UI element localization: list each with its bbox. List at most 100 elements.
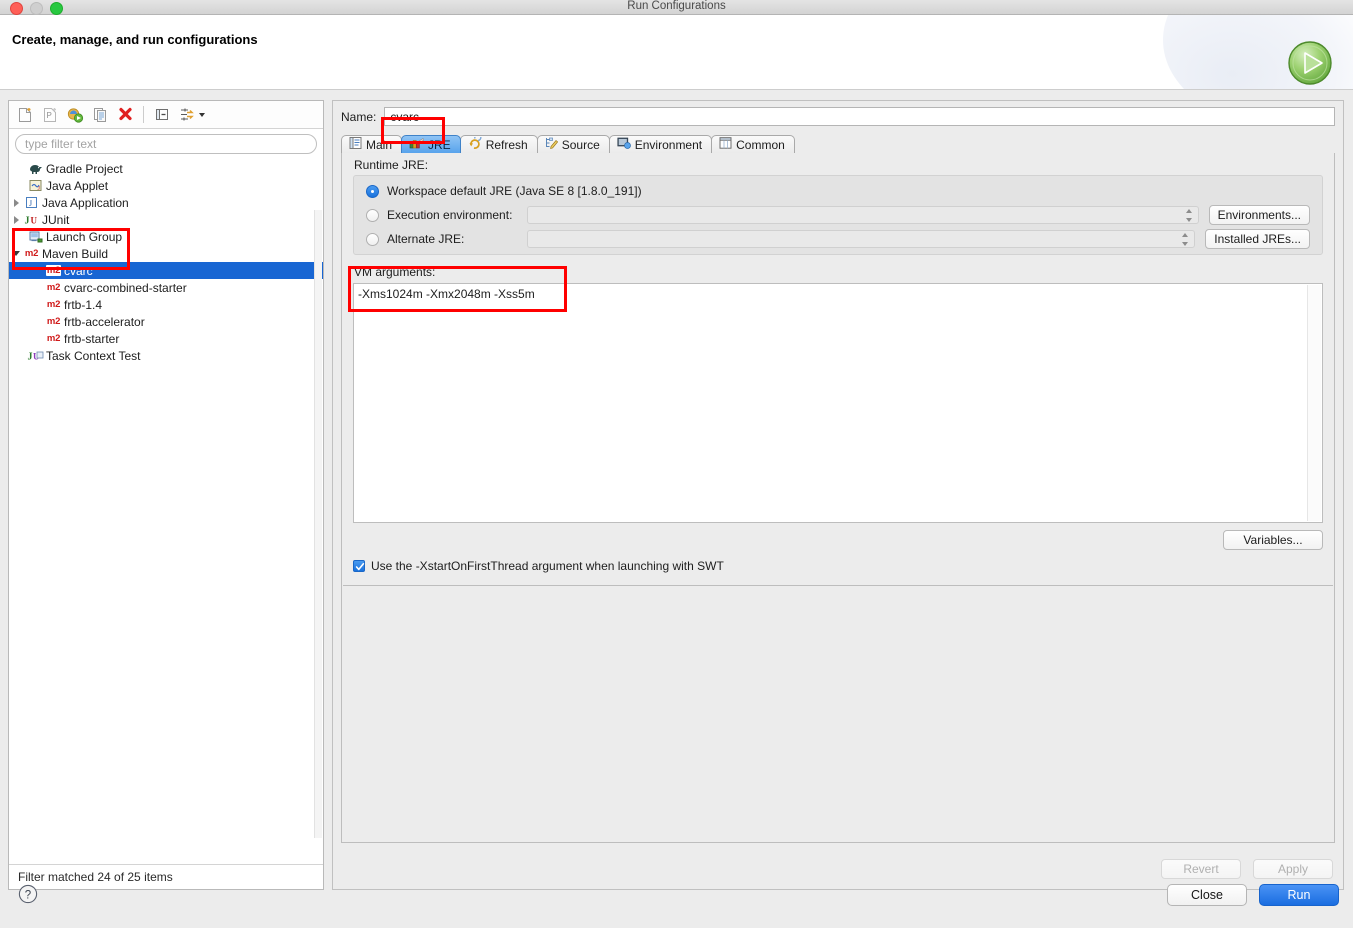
tree-item-label: Launch Group: [46, 229, 123, 244]
m2-icon: m2: [46, 333, 61, 344]
jre-option-label: Workspace default JRE (Java SE 8 [1.8.0_…: [387, 184, 642, 198]
tab-refresh[interactable]: Refresh: [459, 133, 538, 153]
svg-text:?: ?: [25, 889, 31, 901]
execution-environment-combo[interactable]: [527, 206, 1199, 224]
java-applet-icon: J: [27, 179, 44, 192]
vm-arguments-label: VM arguments:: [354, 265, 436, 279]
collapse-arrow-icon[interactable]: [9, 251, 23, 256]
combo-stepper-icon[interactable]: [1181, 233, 1189, 246]
close-button[interactable]: Close: [1167, 884, 1247, 906]
variables-button[interactable]: Variables...: [1223, 530, 1323, 550]
jre-option-workspace-default[interactable]: Workspace default JRE (Java SE 8 [1.8.0_…: [366, 180, 1310, 202]
tree-item-label: Gradle Project: [46, 161, 123, 176]
jre-option-execution-environment[interactable]: Execution environment: Environments...: [366, 204, 1310, 226]
m2-icon: m2: [24, 248, 39, 259]
page-title: Create, manage, and run configurations: [12, 32, 258, 47]
export-configuration-icon[interactable]: [64, 104, 86, 125]
run-configurations-dialog: Run Configurations Create, manage, and r…: [0, 0, 1353, 928]
alternate-jre-combo[interactable]: [527, 230, 1196, 248]
search-input[interactable]: [15, 134, 317, 154]
jre-books-icon: [409, 137, 425, 152]
tree-item-junit[interactable]: J U JUnit: [9, 211, 323, 228]
junit-task-icon: J U: [27, 349, 44, 362]
filter-configurations-icon[interactable]: [176, 104, 198, 125]
tree-item-cvarc-combined-starter[interactable]: m2 cvarc-combined-starter: [9, 279, 323, 296]
tree-item-frtb-starter[interactable]: m2 frtb-starter: [9, 330, 323, 347]
installed-jres-button[interactable]: Installed JREs...: [1205, 229, 1310, 249]
jre-option-alternate-jre[interactable]: Alternate JRE: Installed JREs...: [366, 228, 1310, 250]
tree-item-label: cvarc: [64, 263, 93, 278]
name-row: Name:: [333, 101, 1343, 126]
window-title: Run Configurations: [627, 0, 726, 12]
junit-icon: J U: [23, 213, 40, 227]
tree-item-maven-build[interactable]: m2 Maven Build: [9, 245, 323, 262]
name-label: Name:: [341, 109, 377, 124]
tab-common[interactable]: Common: [711, 135, 795, 153]
collapse-all-icon[interactable]: [151, 104, 173, 125]
tab-label: Environment: [634, 137, 703, 152]
vm-arguments-value: -Xms1024m -Xmx2048m -Xss5m: [358, 287, 535, 301]
svg-text:U: U: [30, 216, 37, 226]
tree-item-cvarc[interactable]: m2 cvarc: [9, 262, 323, 279]
refresh-arrows-icon: [468, 133, 482, 152]
svg-text:J: J: [28, 352, 33, 363]
filter-input-wrapper: [9, 129, 323, 158]
dialog-footer: ? Close Run: [0, 872, 1353, 928]
new-prototype-icon[interactable]: P: [39, 104, 61, 125]
xstart-on-first-thread-checkbox[interactable]: [353, 560, 365, 572]
tree-item-frtb-1-4[interactable]: m2 frtb-1.4: [9, 296, 323, 313]
tab-label: Main: [366, 137, 393, 152]
tree-item-label: frtb-accelerator: [64, 314, 145, 329]
tab-source[interactable]: Source: [536, 135, 610, 153]
duplicate-configuration-icon[interactable]: [89, 104, 111, 125]
source-pencil-icon: [545, 137, 558, 152]
swt-checkbox-row[interactable]: Use the -XstartOnFirstThread argument wh…: [353, 559, 724, 573]
help-question-icon[interactable]: ?: [18, 884, 38, 904]
tree-item-label: frtb-1.4: [64, 297, 103, 312]
gradle-elephant-icon: [27, 163, 44, 175]
environments-button[interactable]: Environments...: [1208, 205, 1310, 225]
combo-stepper-icon[interactable]: [1185, 209, 1193, 222]
chevron-down-icon[interactable]: [199, 112, 205, 117]
tab-label: JRE: [428, 137, 451, 152]
radio-workspace-default[interactable]: [366, 184, 379, 198]
expand-arrow-icon[interactable]: [9, 198, 23, 207]
common-table-icon: [719, 137, 732, 152]
runtime-jre-label: Runtime JRE:: [354, 158, 429, 172]
radio-alternate-jre[interactable]: [366, 232, 379, 246]
name-input[interactable]: [384, 107, 1335, 126]
tree-item-java-application[interactable]: J Java Application: [9, 194, 323, 211]
tree-scrollbar[interactable]: [314, 210, 322, 838]
tab-jre[interactable]: JRE: [401, 135, 461, 153]
svg-text:J: J: [24, 216, 29, 227]
tree-item-frtb-accelerator[interactable]: m2 frtb-accelerator: [9, 313, 323, 330]
jre-option-label: Execution environment:: [387, 208, 513, 222]
vm-arguments-textarea[interactable]: -Xms1024m -Xmx2048m -Xss5m: [353, 283, 1323, 523]
run-play-icon: [1288, 41, 1332, 85]
radio-execution-environment[interactable]: [366, 208, 379, 222]
dialog-body: P type filter text Gradle Project J Java…: [0, 90, 1353, 928]
tab-environment[interactable]: Environment: [608, 135, 713, 153]
tree-item-label: Java Applet: [46, 178, 109, 193]
delete-configuration-icon[interactable]: [114, 104, 136, 125]
expand-arrow-icon[interactable]: [9, 215, 23, 224]
run-button[interactable]: Run: [1259, 884, 1339, 906]
runtime-jre-group: Workspace default JRE (Java SE 8 [1.8.0_…: [353, 175, 1323, 255]
configuration-editor-panel: Name: Main: [332, 100, 1344, 890]
vm-arguments-scrollbar[interactable]: [1307, 285, 1321, 521]
tree-item-java-applet[interactable]: J Java Applet: [9, 177, 323, 194]
svg-text:J: J: [29, 199, 32, 208]
environment-icon: [617, 137, 631, 152]
tree-item-gradle-project[interactable]: Gradle Project: [9, 160, 323, 177]
tree-item-task-context-test[interactable]: J U Task Context Test: [9, 347, 323, 364]
configuration-tabs: Main JRE Refresh Source Environment Comm…: [341, 133, 1335, 154]
tab-label: Source: [561, 137, 600, 152]
launch-configurations-tree[interactable]: Gradle Project J Java Applet J Java Appl…: [9, 158, 323, 864]
tab-main[interactable]: Main: [341, 135, 403, 153]
new-configuration-icon[interactable]: [14, 104, 36, 125]
tree-item-label: Maven Build: [42, 246, 109, 261]
footer-buttons: Close Run: [1167, 884, 1339, 906]
tree-item-label: Java Application: [42, 195, 129, 210]
tree-item-launch-group[interactable]: Launch Group: [9, 228, 323, 245]
toolbar-separator: [143, 106, 144, 123]
